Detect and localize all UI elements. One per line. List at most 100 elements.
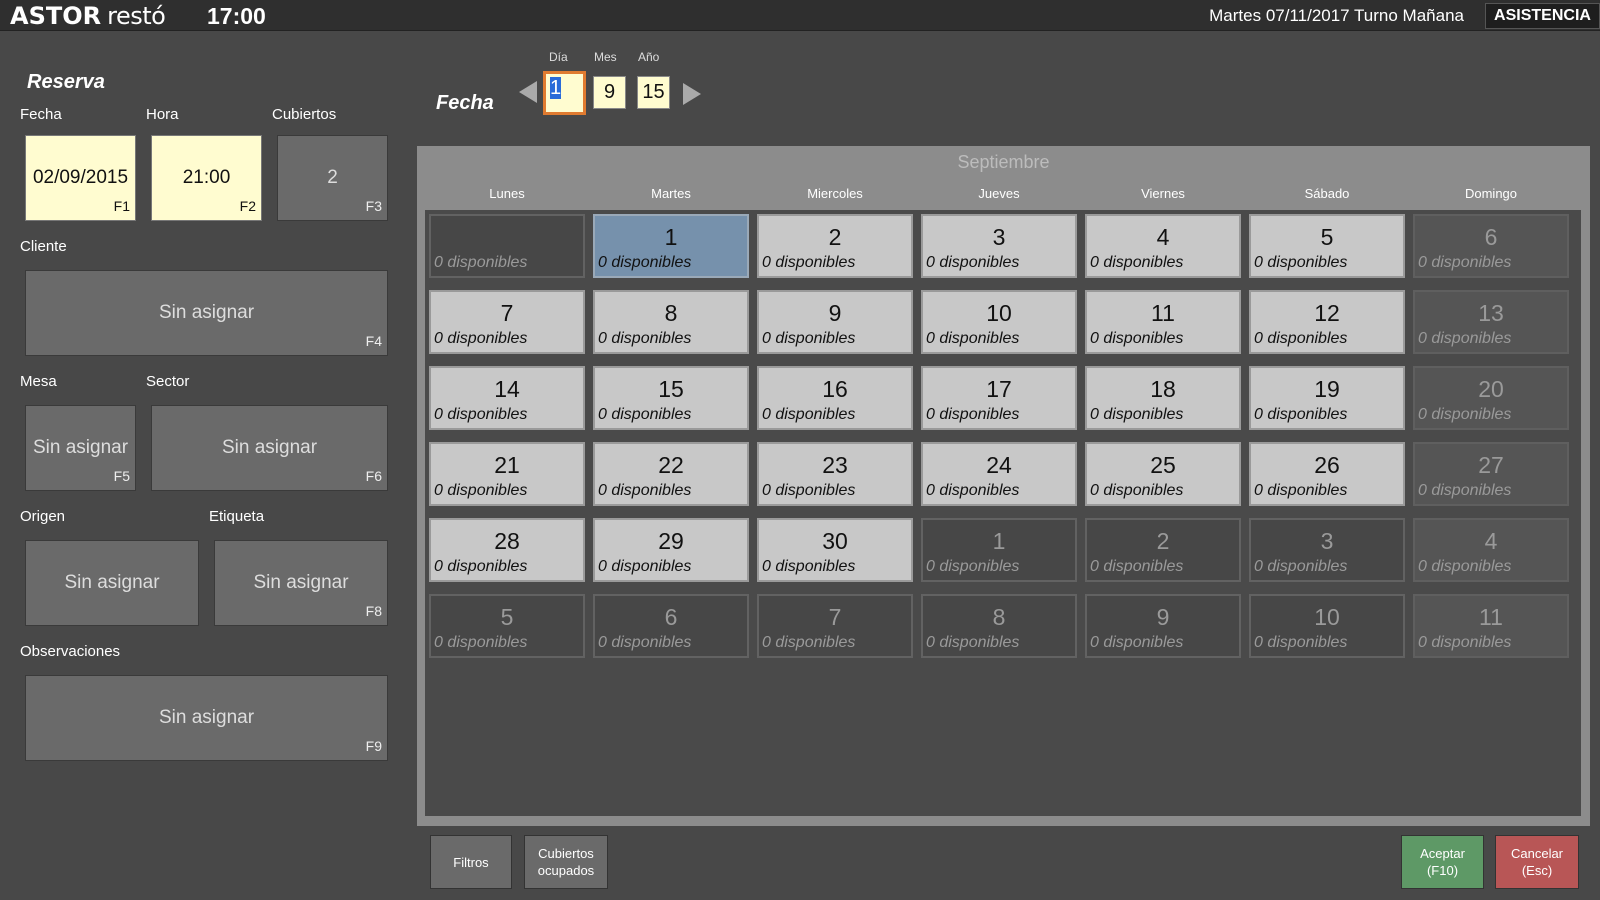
day-availability: 0 disponibles — [926, 406, 1020, 423]
logo-sub-text: restó — [107, 2, 166, 30]
day-availability: 0 disponibles — [598, 558, 692, 575]
cancelar-button[interactable]: Cancelar (Esc) — [1495, 835, 1579, 889]
day-number: 2 — [828, 224, 842, 250]
fecha-shortcut: F1 — [113, 198, 130, 214]
calendar-day-cell[interactable]: 11 0 disponibles — [1413, 594, 1569, 658]
observaciones-field[interactable]: Sin asignar F9 — [25, 675, 388, 761]
calendar-day-cell[interactable]: 19 0 disponibles — [1249, 366, 1405, 430]
prev-month-arrow-icon[interactable] — [519, 81, 537, 103]
calendar-day-cell[interactable]: 30 0 disponibles — [757, 518, 913, 582]
calendar-day-cell[interactable]: 10 0 disponibles — [921, 290, 1077, 354]
mesa-value: Sin asignar — [32, 437, 129, 458]
day-number: 24 — [986, 452, 1012, 478]
day-availability: 0 disponibles — [434, 634, 528, 651]
day-number: 17 — [986, 376, 1012, 402]
calendar-day-cell[interactable]: 7 0 disponibles — [757, 594, 913, 658]
calendar-day-cell[interactable]: 26 0 disponibles — [1249, 442, 1405, 506]
calendar-day-cell[interactable]: 22 0 disponibles — [593, 442, 749, 506]
calendar-day-cell[interactable]: 16 0 disponibles — [757, 366, 913, 430]
calendar-day-cell[interactable]: 20 0 disponibles — [1413, 366, 1569, 430]
calendar-day-cell[interactable]: 1 0 disponibles — [921, 518, 1077, 582]
day-availability: 0 disponibles — [434, 558, 528, 575]
aceptar-button[interactable]: Aceptar (F10) — [1401, 835, 1484, 889]
calendar-day-cell[interactable]: 6 0 disponibles — [1413, 214, 1569, 278]
day-availability: 0 disponibles — [1254, 330, 1348, 347]
calendar-day-cell[interactable]: 27 0 disponibles — [1413, 442, 1569, 506]
calendar-day-cell[interactable]: 2 0 disponibles — [757, 214, 913, 278]
day-number: 25 — [1150, 452, 1176, 478]
calendar-day-cell[interactable]: 11 0 disponibles — [1085, 290, 1241, 354]
calendar-day-cell[interactable]: 14 0 disponibles — [429, 366, 585, 430]
sector-label: Sector — [146, 373, 190, 390]
cliente-field[interactable]: Sin asignar F4 — [25, 270, 388, 356]
calendar-day-cell[interactable]: 15 0 disponibles — [593, 366, 749, 430]
next-month-arrow-icon[interactable] — [683, 83, 701, 105]
day-number: 5 — [500, 604, 514, 630]
day-number: 21 — [494, 452, 520, 478]
filtros-button[interactable]: Filtros — [430, 835, 512, 889]
calendar-day-cell[interactable]: 2 0 disponibles — [1085, 518, 1241, 582]
mes-label: Mes — [594, 50, 617, 64]
hora-field[interactable]: 21:00 F2 — [151, 135, 262, 221]
calendar-day-cell[interactable]: 7 0 disponibles — [429, 290, 585, 354]
day-availability: 0 disponibles — [1418, 558, 1512, 575]
calendar-day-cell[interactable]: 10 0 disponibles — [1249, 594, 1405, 658]
day-number: 10 — [1314, 604, 1340, 630]
calendar-day-cell[interactable]: 3 0 disponibles — [1249, 518, 1405, 582]
calendar-day-cell[interactable]: 29 0 disponibles — [593, 518, 749, 582]
calendar-day-cell[interactable]: 3 0 disponibles — [921, 214, 1077, 278]
shift-info: Martes 07/11/2017 Turno Mañana — [1209, 6, 1464, 25]
sector-field[interactable]: Sin asignar F6 — [151, 405, 388, 491]
calendar-day-cell[interactable]: 23 0 disponibles — [757, 442, 913, 506]
calendar-day-cell[interactable]: 13 0 disponibles — [1413, 290, 1569, 354]
mesa-label: Mesa — [20, 373, 57, 390]
calendar-day-cell[interactable]: 5 0 disponibles — [1249, 214, 1405, 278]
calendar-day-cell[interactable]: 9 0 disponibles — [757, 290, 913, 354]
origen-field[interactable]: Sin asignar — [25, 540, 199, 626]
calendar-day-cell[interactable]: 24 0 disponibles — [921, 442, 1077, 506]
weekday-label: Lunes — [489, 186, 525, 201]
hora-shortcut: F2 — [239, 198, 256, 214]
day-availability: 0 disponibles — [1418, 482, 1512, 499]
calendar-day-cell[interactable]: 1 0 disponibles — [593, 214, 749, 278]
cubiertos-field[interactable]: 2 F3 — [277, 135, 388, 221]
calendar-day-cell[interactable]: 28 0 disponibles — [429, 518, 585, 582]
day-number: 13 — [1478, 300, 1504, 326]
calendar-day-cell[interactable]: 25 0 disponibles — [1085, 442, 1241, 506]
day-availability: 0 disponibles — [1418, 330, 1512, 347]
calendar-day-cell[interactable]: 12 0 disponibles — [1249, 290, 1405, 354]
weekday-label: Domingo — [1464, 186, 1518, 201]
calendar-day-cell[interactable]: 8 0 disponibles — [593, 290, 749, 354]
day-availability: 0 disponibles — [598, 406, 692, 423]
day-availability: 0 disponibles — [1254, 406, 1348, 423]
reservation-panel: Reserva Fecha Hora Cubiertos 02/09/2015 … — [0, 31, 405, 900]
day-number: 23 — [822, 452, 848, 478]
calendar-day-cell[interactable]: 8 0 disponibles — [921, 594, 1077, 658]
day-number: 12 — [1314, 300, 1340, 326]
calendar-day-cell[interactable]: 17 0 disponibles — [921, 366, 1077, 430]
dia-input[interactable]: 1 — [543, 71, 586, 115]
calendar-day-cell[interactable]: 4 0 disponibles — [1413, 518, 1569, 582]
fecha-label: Fecha — [20, 106, 62, 123]
calendar-day-cell[interactable]: 18 0 disponibles — [1085, 366, 1241, 430]
mesa-field[interactable]: Sin asignar F5 — [25, 405, 136, 491]
day-availability: 0 disponibles — [762, 482, 856, 499]
anio-input[interactable]: 15 — [637, 76, 670, 109]
day-availability: 0 disponibles — [1254, 634, 1348, 651]
calendar-day-cell[interactable]: 6 0 disponibles — [593, 594, 749, 658]
day-availability: 0 disponibles — [434, 482, 528, 499]
day-number: 28 — [494, 528, 520, 554]
calendar-day-cell[interactable]: 4 0 disponibles — [1085, 214, 1241, 278]
calendar-day-cell[interactable]: 21 0 disponibles — [429, 442, 585, 506]
etiqueta-field[interactable]: Sin asignar F8 — [214, 540, 388, 626]
calendar-day-cell[interactable]: 9 0 disponibles — [1085, 594, 1241, 658]
asistencia-button[interactable]: ASISTENCIA — [1485, 3, 1600, 29]
mes-input[interactable]: 9 — [593, 76, 626, 109]
fecha-field[interactable]: 02/09/2015 F1 — [25, 135, 136, 221]
calendar-day-cell[interactable]: 5 0 disponibles — [429, 594, 585, 658]
top-bar: ASTOR restó 17:00 Martes 07/11/2017 Turn… — [0, 0, 1600, 31]
cubiertos-ocupados-button[interactable]: Cubiertos ocupados — [524, 835, 608, 889]
day-availability: 0 disponibles — [1254, 254, 1348, 271]
calendar-day-cell[interactable]: 0 disponibles — [429, 214, 585, 278]
cubiertos-label: Cubiertos — [272, 106, 337, 123]
